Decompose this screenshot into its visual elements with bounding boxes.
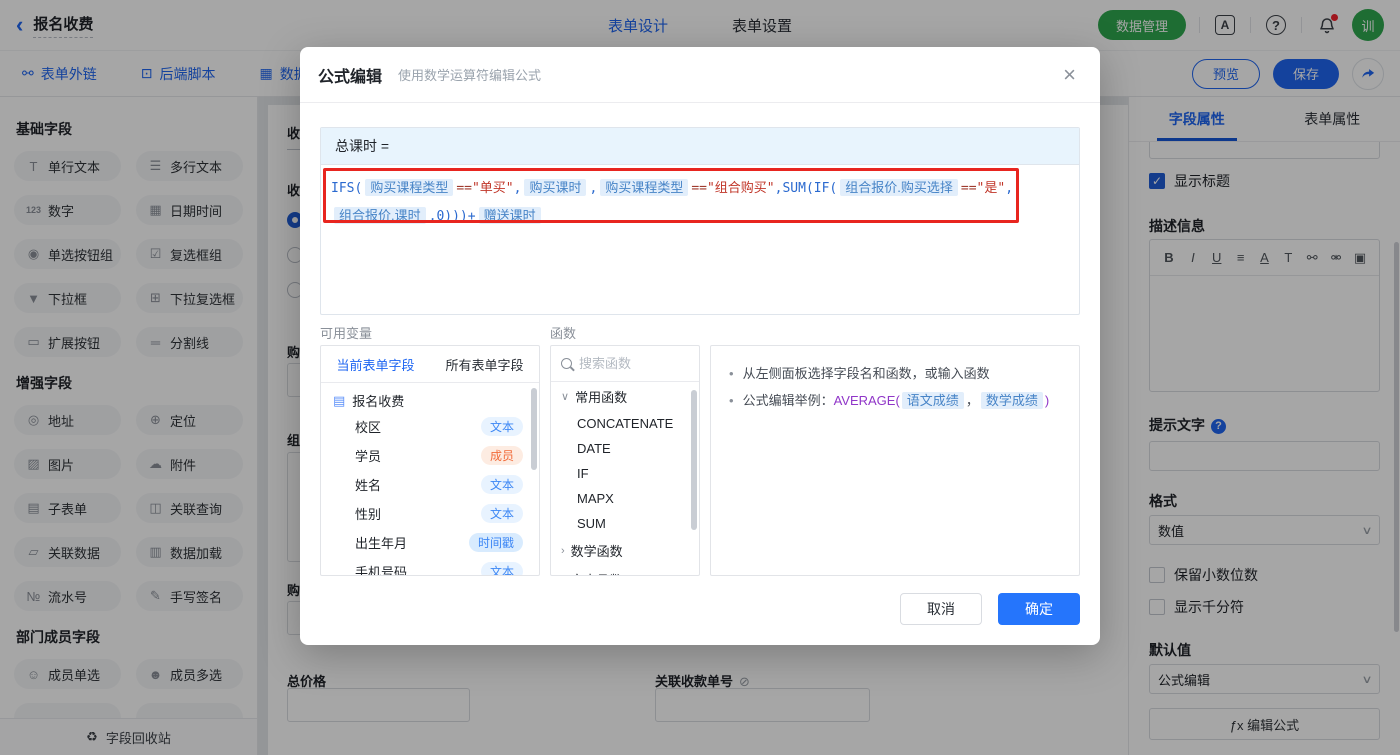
variable-row[interactable]: 出生年月 时间戳: [321, 528, 539, 557]
cancel-button[interactable]: 取消: [900, 593, 982, 625]
form-root-node[interactable]: ▤ 报名收费: [321, 383, 539, 412]
formula-token: ,0)))+: [428, 209, 476, 224]
tip-example: 公式编辑举例：AVERAGE(语文成绩，数学成绩): [742, 392, 1050, 409]
type-badge: 时间戳: [468, 533, 523, 552]
formula-field-token: 购买课时: [524, 179, 587, 196]
function-search-input[interactable]: [579, 356, 689, 371]
chevron-right-icon: ›: [561, 544, 565, 557]
formula-token: ,SUM(IF(: [774, 181, 838, 196]
function-item[interactable]: CONCATENATE: [551, 411, 699, 436]
formula-token: ==: [691, 181, 707, 196]
modal-subtitle: 使用数学运算符编辑公式: [398, 68, 542, 83]
type-badge: 成员: [480, 446, 523, 465]
functions-label: 函数: [550, 326, 577, 341]
variables-label: 可用变量: [320, 326, 373, 341]
modal-footer: 取消 确定: [900, 593, 1080, 625]
variable-row[interactable]: 姓名 文本: [321, 470, 539, 499]
formula-editor: 总课时 = IFS(购买课程类型 =="单买", 购买课时, 购买课程类型 =="组合购…: [320, 127, 1080, 315]
formula-token: ==: [456, 181, 472, 196]
chevron-right-icon: ›: [561, 574, 565, 576]
formula-field-token: 赠送课时: [478, 207, 541, 224]
tip-example-line: • 公式编辑举例：AVERAGE(语文成绩，数学成绩): [729, 387, 1061, 414]
formula-field-token: 购买课程类型: [600, 179, 689, 196]
type-badge: 文本: [480, 417, 523, 436]
formula-token: IFS(: [331, 181, 363, 196]
tips-panel: • 从左侧面板选择字段名和函数，或输入函数 • 公式编辑举例：AVERAGE(语文…: [710, 345, 1080, 576]
formula-field-token: 语文成绩: [901, 392, 964, 409]
functions-scrollbar[interactable]: [691, 390, 697, 530]
function-item[interactable]: MAPX: [551, 486, 699, 511]
variable-row[interactable]: 手机号码 文本: [321, 557, 539, 575]
formula-token: "单买": [471, 181, 514, 196]
function-item[interactable]: SUM: [551, 511, 699, 536]
formula-field-token: 购买课程类型: [365, 179, 454, 196]
tab-current-form-fields[interactable]: 当前表单字段: [321, 346, 430, 382]
variable-row[interactable]: 学员 成员: [321, 441, 539, 470]
function-search: [551, 346, 699, 382]
formula-token: AVERAGE(: [833, 393, 900, 408]
formula-target: 总课时 =: [321, 128, 1079, 165]
tip-line: • 从左侧面板选择字段名和函数，或输入函数: [729, 366, 990, 381]
formula-token: ,: [1005, 181, 1014, 196]
type-badge: 文本: [480, 562, 523, 575]
formula-token: "组合购买": [706, 181, 775, 196]
formula-field-token: 组合报价.购买选择: [840, 179, 958, 196]
formula-field-token: 组合报价.课时: [334, 207, 426, 224]
function-item[interactable]: DATE: [551, 436, 699, 461]
formula-input-area[interactable]: IFS(购买课程类型 =="单买", 购买课时, 购买课程类型 =="组合购买",SUM…: [321, 165, 1079, 314]
functions-panel: ∨常用函数 CONCATENATE DATE IF MAPX SUM ›数学函数…: [550, 345, 700, 576]
formula-token: ==: [960, 181, 977, 196]
formula-token: ): [1044, 393, 1050, 408]
modal-header: 公式编辑 使用数学运算符编辑公式 ×: [300, 47, 1100, 103]
confirm-button[interactable]: 确定: [998, 593, 1080, 625]
formula-token: "是": [976, 181, 1006, 196]
function-group-math[interactable]: › 数学函数: [551, 536, 699, 565]
form-icon: ▤: [333, 392, 346, 408]
function-group-text[interactable]: ›文本函数: [551, 565, 699, 576]
formula-field-token: 数学成绩: [980, 392, 1043, 409]
variables-tabs: 当前表单字段 所有表单字段: [321, 346, 539, 383]
function-item[interactable]: IF: [551, 461, 699, 486]
variable-row[interactable]: 校区 文本: [321, 412, 539, 441]
variable-row[interactable]: 性别 文本: [321, 499, 539, 528]
tab-all-form-fields[interactable]: 所有表单字段: [430, 346, 539, 382]
function-group-common[interactable]: ∨ 常用函数: [551, 382, 699, 411]
formula-token: ,: [513, 181, 522, 196]
chevron-down-icon: ∨: [561, 391, 570, 403]
formula-editor-modal: 公式编辑 使用数学运算符编辑公式 × 总课时 = IFS(购买课程类型 =="单买…: [300, 47, 1100, 645]
variables-panel: 当前表单字段 所有表单字段 ▤ 报名收费 校区 文本 学员 成员 姓名 文本 性别 文本…: [320, 345, 540, 576]
type-badge: 文本: [480, 504, 523, 523]
type-badge: 文本: [480, 475, 523, 494]
search-icon: [561, 358, 572, 369]
close-icon[interactable]: ×: [1063, 63, 1076, 86]
modal-title: 公式编辑: [318, 68, 383, 86]
variables-scrollbar[interactable]: [531, 388, 537, 470]
formula-token: ,: [589, 181, 598, 196]
app-root: ‹ 报名收费 表单设计 表单设置 数据管理 A ? 训 ⚯ 表单外链 ⊡ 后端脚本 …: [0, 0, 1400, 755]
